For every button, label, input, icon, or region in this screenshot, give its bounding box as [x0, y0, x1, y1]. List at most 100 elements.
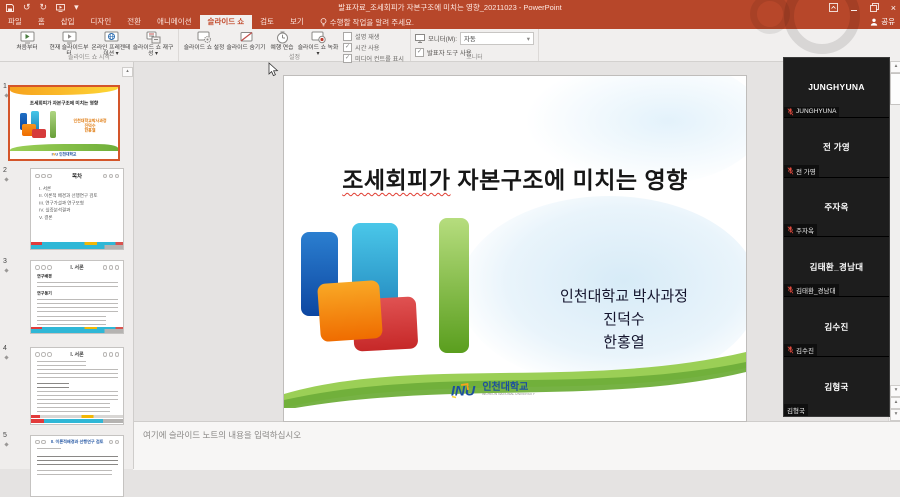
notes-placeholder: 여기에 슬라이드 노트의 내용을 입력하십시오: [143, 429, 301, 441]
close-button[interactable]: ×: [891, 3, 896, 13]
affiliation-text: 인천대학교 박사과정: [524, 286, 724, 309]
chevron-down-icon: ▾: [527, 35, 530, 43]
slide-number: 1: [3, 83, 7, 90]
muted-mic-icon: [787, 226, 794, 234]
slide-thumbnail-3[interactable]: I. 서론 연구배경 연구동기: [30, 260, 124, 334]
clock-icon: [276, 31, 289, 44]
thumb-body: [31, 446, 123, 478]
tell-me-label: 수행할 작업을 알려 주세요.: [330, 17, 414, 28]
transition-indicator-icon: [4, 268, 8, 272]
thumbnail-pane-scroll-up-icon[interactable]: ▴: [122, 67, 133, 77]
tell-me-box[interactable]: 수행할 작업을 알려 주세요.: [312, 15, 422, 29]
use-timings-checkbox[interactable]: ✓ 시간 사용: [343, 43, 404, 52]
transition-indicator-icon: [4, 177, 8, 181]
thumb-authors: 인천대학교박사과정 진덕수 한홍열: [71, 119, 109, 133]
restore-button[interactable]: [870, 3, 879, 12]
muted-mic-icon: [787, 108, 794, 116]
thumb-green-wave: [10, 144, 118, 151]
checkbox-icon: ✓: [343, 43, 352, 52]
minimize-button[interactable]: [850, 4, 858, 12]
slide-thumbnail-2[interactable]: 목차 I. 서론 II. 이론적 배경과 선행연구 검토 III. 연구가설과 …: [30, 168, 124, 250]
transition-indicator-icon: [4, 442, 8, 446]
participant-tile[interactable]: 김수진 김수진: [784, 297, 889, 357]
group-settings: 슬라이드 쇼 설정 슬라이드 숨기기 예행 연습 슬라이드 쇼 녹화 ▾ 설명 …: [179, 29, 411, 61]
setup-slideshow-button[interactable]: 슬라이드 쇼 설정: [183, 30, 225, 51]
ribbon-display-options-icon[interactable]: [829, 3, 838, 12]
play-narrations-checkbox[interactable]: 설명 재생: [343, 32, 404, 41]
tab-view[interactable]: 보기: [282, 15, 312, 29]
hide-slide-button[interactable]: 슬라이드 숨기기: [225, 30, 267, 51]
slide-title[interactable]: 조세회피가 자본구조에 미치는 영향: [284, 161, 746, 195]
rehearse-timings-button[interactable]: 예행 연습: [267, 30, 297, 51]
muted-mic-icon: [787, 286, 794, 294]
scroll-up-icon[interactable]: ▴: [890, 61, 900, 73]
slide-thumbnail-1[interactable]: 조세회피가 자본구조에 미치는 영향 인천대학교박사과정 진덕수 한홍열 INU…: [8, 85, 120, 161]
thumb-heading: I. 서론: [70, 264, 83, 271]
thumb-body: 연구배경 연구동기: [31, 272, 123, 325]
group-label-settings: 설정: [179, 52, 410, 61]
notes-pane[interactable]: 여기에 슬라이드 노트의 내용을 입력하십시오: [133, 421, 900, 470]
hide-slide-icon: [239, 31, 254, 44]
share-button[interactable]: 공유: [870, 16, 895, 27]
toc-list: I. 서론 II. 이론적 배경과 선행연구 검토 III. 연구가설과 연구모…: [31, 181, 114, 222]
tab-insert[interactable]: 삽입: [53, 15, 83, 29]
deco-dots: [35, 265, 52, 270]
author-name: 진덕수: [524, 309, 724, 332]
university-logo: INU 인천대학교 INCHEON NATIONAL UNIVERSITY: [284, 382, 746, 399]
logo-university-name: 인천대학교: [482, 383, 578, 393]
muted-mic-icon: [787, 346, 794, 354]
slide-thumbnail-5[interactable]: II. 이론적배경과 선행연구 검토: [30, 435, 124, 497]
tab-file[interactable]: 파일: [0, 15, 30, 29]
participant-tile[interactable]: 김형국 김형국: [784, 357, 889, 416]
group-start-slideshow: 처음부터 현재 슬라이드부터 온라인 프레젠테이션 ▾ 슬라이드 쇼 재구성 ▾…: [0, 29, 179, 61]
slide-number: 4: [3, 345, 7, 352]
scroll-down-icon[interactable]: ▾: [890, 385, 900, 397]
scrollbar-thumb[interactable]: [890, 73, 900, 105]
participant-tile[interactable]: 주자옥 주자옥: [784, 178, 889, 238]
setup-show-icon: [197, 31, 212, 44]
thumb-heading: II. 이론적배경과 선행연구 검토: [51, 439, 104, 444]
monitor-dropdown[interactable]: 자동 ▾: [460, 32, 534, 45]
from-beginning-button[interactable]: 처음부터: [6, 30, 48, 51]
current-slide-canvas[interactable]: 조세회피가 자본구조에 미치는 영향 인천대학교 박사과정 진덕수 한홍열 IN…: [283, 75, 747, 422]
window-title: 발표자료_조세회피가 자본구조에 미치는 영향_20211023 - Power…: [0, 0, 900, 15]
monitor-label: 모니터(M):: [428, 34, 457, 43]
thumb-body: [31, 359, 123, 412]
participant-tile[interactable]: JUNGHYUNA JUNGHYUNA: [784, 58, 889, 118]
thumb-title: 조세회피가 자본구조에 미치는 영향: [20, 100, 108, 107]
tab-transitions[interactable]: 전환: [119, 15, 149, 29]
deco-dots: [109, 440, 120, 445]
tab-home[interactable]: 홈: [30, 15, 53, 29]
play-from-start-icon: [20, 31, 35, 44]
thumb-heading: 목차: [72, 172, 82, 180]
ribbon: 처음부터 현재 슬라이드부터 온라인 프레젠테이션 ▾ 슬라이드 쇼 재구성 ▾…: [0, 29, 900, 62]
next-slide-icon[interactable]: ▾: [890, 409, 900, 421]
play-from-current-icon: [62, 31, 77, 44]
participant-tile[interactable]: 전 가영 전 가영: [784, 118, 889, 178]
tab-design[interactable]: 디자인: [83, 15, 120, 29]
deco-dots: [35, 440, 46, 445]
window-titlebar: ↺ ↻ ▾ 발표자료_조세회피가 자본구조에 미치는 영향_20211023 -…: [0, 0, 900, 15]
record-icon: [311, 31, 326, 44]
custom-show-icon: [146, 31, 161, 44]
tab-review[interactable]: 검토: [252, 15, 282, 29]
deco-dots: [103, 352, 120, 357]
thumb-bottom-stripe: [31, 245, 123, 249]
logo-university-subtitle: INCHEON NATIONAL UNIVERSITY: [482, 393, 535, 396]
thumb-bottom-stripe: [31, 329, 123, 333]
video-conference-panel: JUNGHYUNA JUNGHYUNA 전 가영 전 가영 주자옥 주자옥 김태…: [783, 57, 890, 417]
thumb-shape-green: [50, 111, 56, 138]
previous-slide-icon[interactable]: ▴: [890, 397, 900, 409]
inu-logo-icon: INU: [451, 382, 477, 399]
slide-number: 3: [3, 258, 7, 265]
group-label-start: 슬라이드 쇼 시작: [0, 52, 178, 61]
slide-number: 2: [3, 167, 7, 174]
thumb-bottom-stripe: [31, 415, 123, 418]
participant-tile[interactable]: 김태환_경남대 김태환_경남대: [784, 237, 889, 297]
tab-slideshow[interactable]: 슬라이드 쇼: [200, 15, 253, 29]
group-label-monitors: 모니터: [411, 52, 538, 61]
tab-animations[interactable]: 애니메이션: [149, 15, 200, 29]
monitor-icon: [415, 34, 425, 43]
participant-label: 김형국: [784, 404, 808, 416]
slide-thumbnail-4[interactable]: I. 서론: [30, 347, 124, 425]
